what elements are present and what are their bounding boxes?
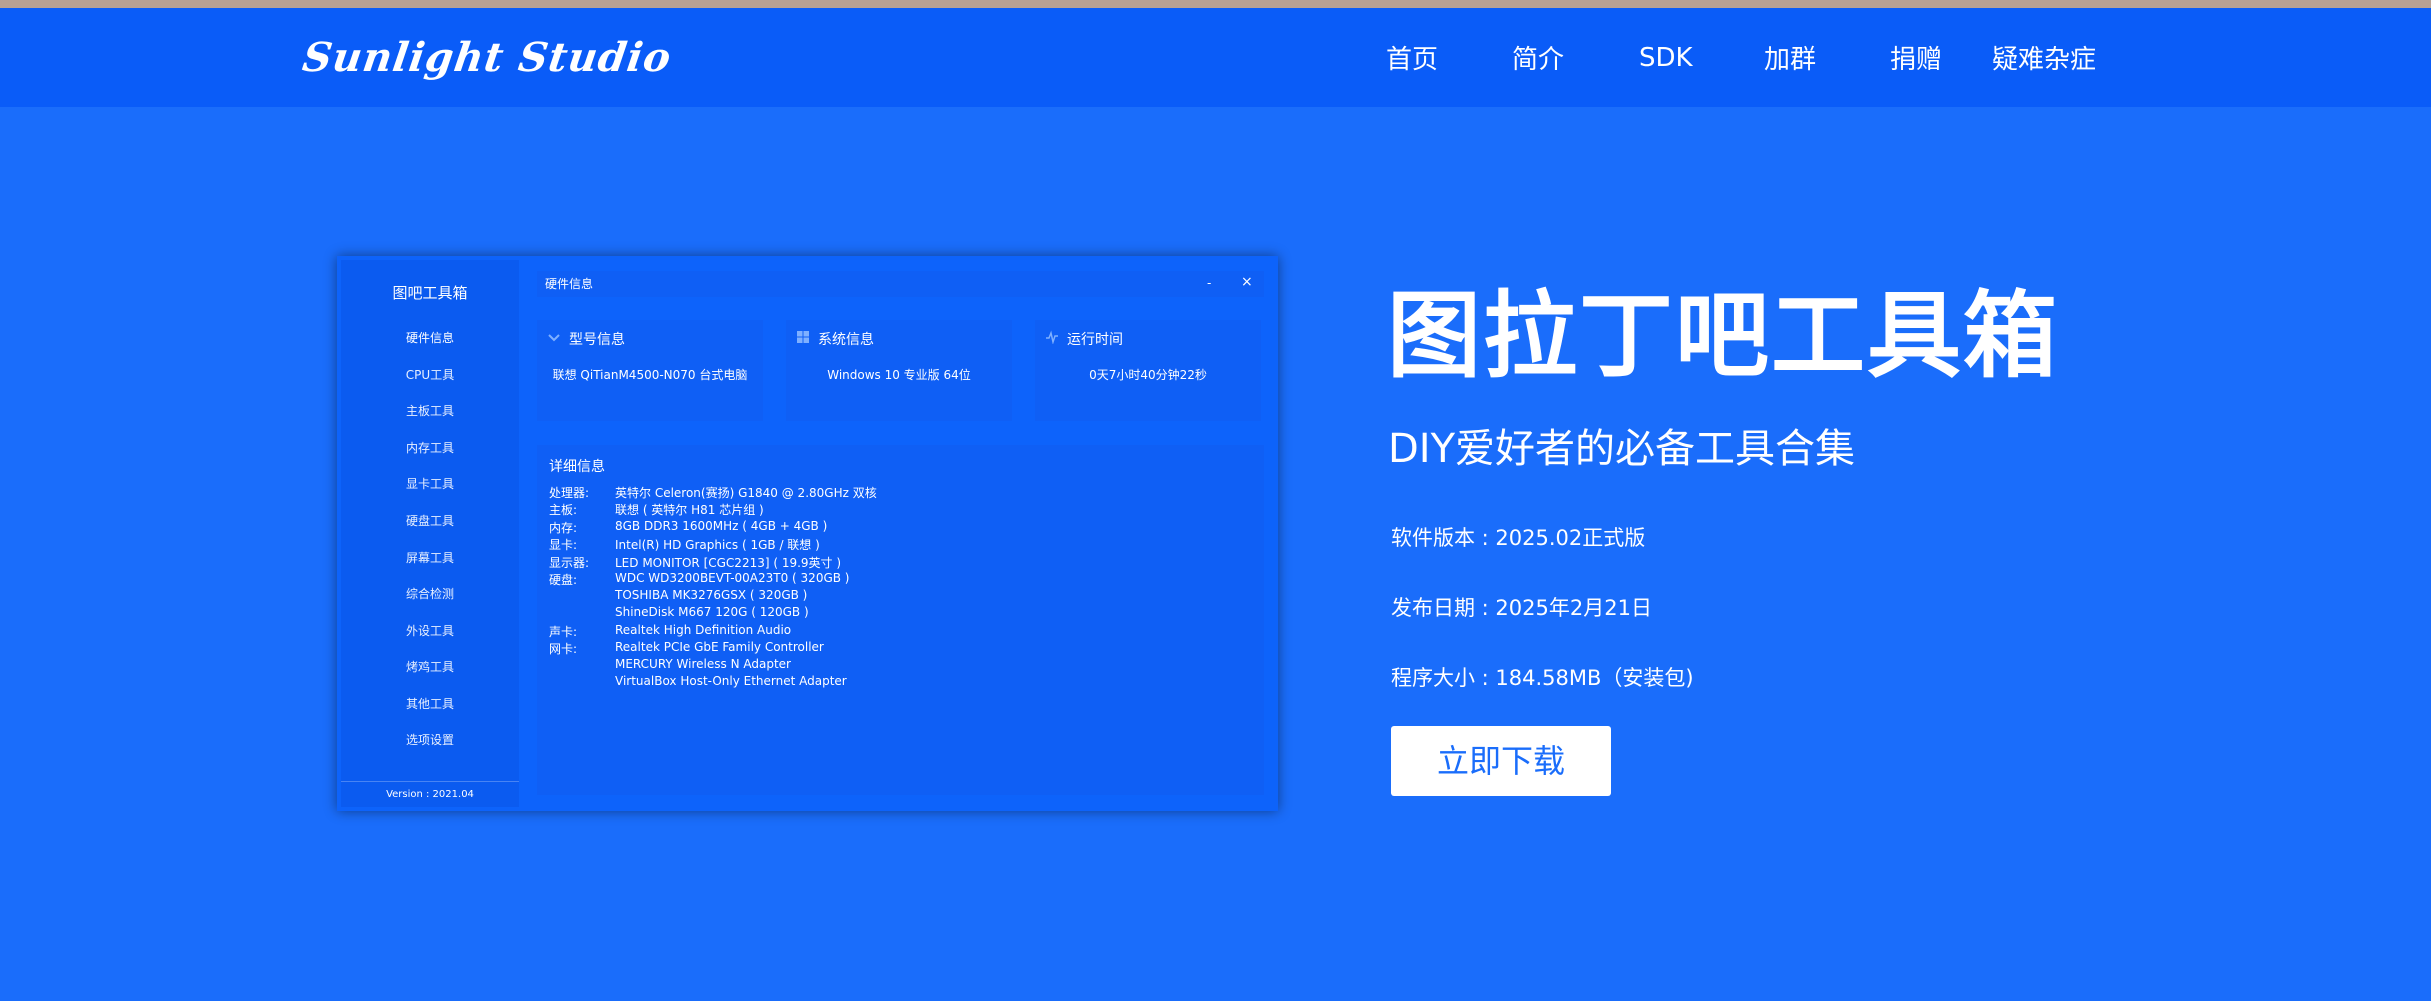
nav-home[interactable]: 首页: [1386, 8, 1438, 107]
detail-label: 网卡:: [549, 642, 578, 656]
card-value: 联想 QiTianM4500-N070 台式电脑: [552, 368, 748, 382]
sidebar-item-graphics: 显卡工具: [405, 477, 454, 491]
download-button[interactable]: 立即下载: [1391, 726, 1611, 796]
window-title: 硬件信息: [537, 271, 1264, 297]
detail-panel: 详细信息 处理器: 英特尔 Celeron(赛扬) G1840 @ 2.80GH…: [537, 445, 1264, 795]
detail-value: WDC WD3200BEVT-00A23T0 ( 320GB ): [615, 571, 850, 585]
detail-label: 处理器:: [549, 486, 590, 500]
detail-value: ShineDisk M667 120G ( 120GB ): [615, 605, 809, 619]
nav-intro[interactable]: 简介: [1512, 8, 1564, 107]
uptime-card: 运行时间 0天7小时40分钟22秒: [1035, 320, 1261, 421]
detail-label: 内存:: [549, 521, 578, 535]
detail-value: Intel(R) HD Graphics ( 1GB / 联想 ): [615, 538, 820, 552]
card-value: Windows 10 专业版 64位: [827, 368, 971, 382]
card-title: 系统信息: [818, 332, 874, 348]
detail-label: 显卡:: [549, 538, 578, 552]
detail-label: 声卡:: [549, 625, 578, 639]
card-title: 型号信息: [569, 332, 625, 348]
detail-value: LED MONITOR [CGC2213] ( 19.9英寸 ): [615, 556, 842, 570]
sidebar-item-memory: 内存工具: [405, 441, 454, 455]
sidebar-item-settings: 选项设置: [405, 733, 454, 747]
detail-label: 硬盘:: [549, 573, 578, 587]
detail-value: Realtek High Definition Audio: [615, 623, 792, 637]
sidebar-item-motherboard: 主板工具: [405, 404, 454, 418]
sidebar-item-disk: 硬盘工具: [405, 514, 454, 528]
card-title: 运行时间: [1067, 332, 1123, 348]
app-screenshot: 图吧工具箱 硬件信息 CPU工具 主板工具 内存工具 显卡工具 硬盘工具 屏幕工…: [337, 256, 1278, 811]
nav-faq[interactable]: 疑难杂症: [1992, 8, 2096, 107]
close-icon: ×: [1241, 274, 1253, 290]
file-size: 程序大小 : 184.58MB（安装包): [1391, 666, 1694, 690]
detail-value: TOSHIBA MK3276GSX ( 320GB ): [615, 588, 808, 602]
software-version: 软件版本 : 2025.02正式版: [1391, 526, 1646, 550]
hero-subtitle: DIY爱好者的必备工具合集: [1388, 426, 1856, 472]
detail-value: 英特尔 Celeron(赛扬) G1840 @ 2.80GHz 双核: [615, 486, 877, 500]
sidebar-item-peripherals: 外设工具: [405, 624, 454, 638]
logo[interactable]: Sunlight Studio: [300, 34, 675, 81]
detail-label: 主板:: [549, 503, 578, 517]
top-strip: [0, 0, 2431, 8]
release-date: 发布日期 : 2025年2月21日: [1391, 596, 1652, 620]
sidebar-item-screen: 屏幕工具: [405, 551, 454, 565]
app-title: 图吧工具箱: [392, 284, 468, 302]
header: Sunlight Studio 首页 简介 SDK 加群 捐赠 疑难杂症: [0, 8, 2431, 107]
detail-label: 显示器:: [549, 556, 590, 570]
app-sidebar: 图吧工具箱 硬件信息 CPU工具 主板工具 内存工具 显卡工具 硬盘工具 屏幕工…: [341, 260, 519, 807]
sidebar-item-hardware-info: 硬件信息: [405, 331, 454, 345]
model-info-card: 型号信息 联想 QiTianM4500-N070 台式电脑: [537, 320, 763, 421]
system-info-card: 系统信息 Windows 10 专业版 64位: [786, 320, 1012, 421]
sidebar-item-cpu: CPU工具: [405, 368, 455, 382]
nav-sdk[interactable]: SDK: [1639, 8, 1693, 107]
detail-value: 联想 ( 英特尔 H81 芯片组 ): [615, 503, 764, 517]
sidebar-item-benchmark: 综合检测: [405, 587, 454, 601]
detail-title: 详细信息: [549, 459, 605, 475]
card-value: 0天7小时40分钟22秒: [1089, 368, 1207, 382]
download-icon: [548, 334, 560, 342]
nav-join-group[interactable]: 加群: [1764, 8, 1816, 107]
detail-value: 8GB DDR3 1600MHz ( 4GB + 4GB ): [615, 519, 828, 533]
pulse-icon: [1046, 330, 1058, 344]
nav-donate[interactable]: 捐赠: [1890, 8, 1942, 107]
sidebar-item-other: 其他工具: [405, 697, 454, 711]
minimize-icon: -: [1207, 276, 1212, 290]
windows-icon: [797, 331, 809, 343]
detail-value: MERCURY Wireless N Adapter: [615, 657, 791, 671]
detail-value: VirtualBox Host-Only Ethernet Adapter: [615, 674, 847, 688]
sidebar-item-stress: 烤鸡工具: [405, 660, 454, 674]
app-version: Version : 2021.04: [341, 781, 519, 807]
hero-title: 图拉丁吧工具箱: [1387, 282, 2060, 391]
detail-value: Realtek PCIe GbE Family Controller: [615, 640, 824, 654]
